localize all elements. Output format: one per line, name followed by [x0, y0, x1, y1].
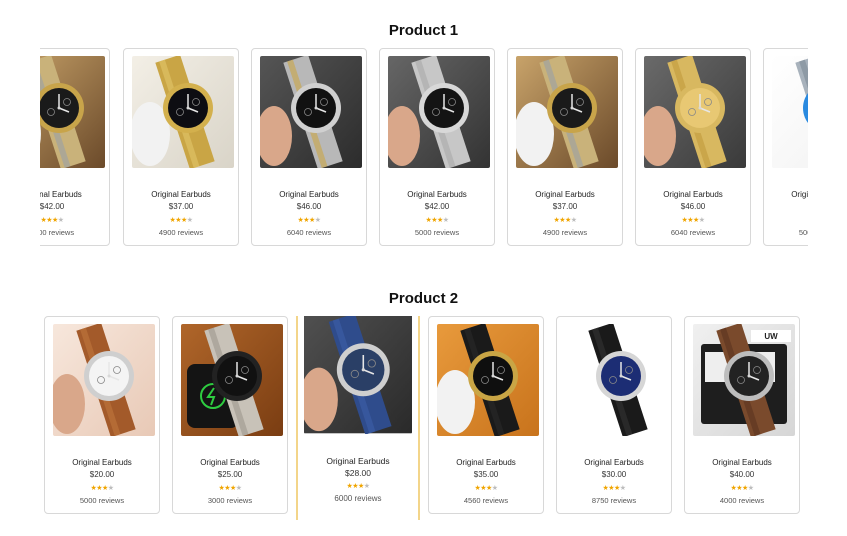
- rating-stars: ★★★★: [173, 484, 287, 492]
- product-card[interactable]: Original Earbuds $28.00 ★★★★ 6000 review…: [296, 316, 420, 520]
- rating-stars: ★★★★: [40, 216, 109, 224]
- product-name[interactable]: Original Earbuds: [173, 458, 287, 467]
- rating-stars: ★★★★: [252, 216, 366, 224]
- product-image[interactable]: [565, 324, 667, 436]
- rating-stars: ★★★★: [45, 484, 159, 492]
- product-card[interactable]: Original Earbuds $50.00 ★★★★ 5000 review…: [763, 48, 808, 246]
- product-price: $37.00: [168, 202, 194, 211]
- review-count: 4560 reviews: [463, 496, 509, 505]
- product-carousel-1[interactable]: Original Earbuds $42.00 ★★★★ 5000 review…: [40, 48, 808, 250]
- product-name[interactable]: Original Earbuds: [429, 458, 543, 467]
- product-price: $42.00: [40, 202, 65, 211]
- product-price: $30.00: [601, 470, 627, 479]
- product-name[interactable]: Original Earbuds: [252, 190, 366, 199]
- product-price: $46.00: [680, 202, 706, 211]
- review-count: 6000 reviews: [334, 494, 382, 503]
- product-card[interactable]: Original Earbuds $37.00 ★★★★ 4900 review…: [123, 48, 239, 246]
- product-name[interactable]: Original Earbuds: [685, 458, 799, 467]
- star-icon: ★: [314, 217, 321, 224]
- review-count: 4900 reviews: [542, 228, 588, 237]
- product-image[interactable]: [516, 56, 618, 168]
- star-icon: ★: [570, 217, 577, 224]
- product-price: $40.00: [729, 470, 755, 479]
- product-name[interactable]: Original Earbuds: [45, 458, 159, 467]
- product-card[interactable]: Original Earbuds $25.00 ★★★★ 3000 review…: [172, 316, 288, 514]
- product-name[interactable]: Original Earbuds: [40, 190, 109, 199]
- star-icon: ★: [186, 217, 193, 224]
- section-title-product-1: Product 1: [388, 22, 459, 39]
- rating-stars: ★★★★: [508, 216, 622, 224]
- product-price: $42.00: [424, 202, 450, 211]
- product-image[interactable]: [40, 56, 105, 168]
- product-price: $50.00: [764, 202, 808, 211]
- product-carousel-2[interactable]: Original Earbuds $20.00 ★★★★ 5000 review…: [44, 316, 806, 528]
- star-icon: ★: [107, 485, 114, 492]
- review-count: 6040 reviews: [670, 228, 716, 237]
- product-price: $35.00: [473, 470, 499, 479]
- star-icon: ★: [57, 217, 64, 224]
- review-count: 3000 reviews: [207, 496, 253, 505]
- product-card[interactable]: Original Earbuds $42.00 ★★★★ 5000 review…: [379, 48, 495, 246]
- product-image[interactable]: [132, 56, 234, 168]
- rating-stars: ★★★★: [429, 484, 543, 492]
- product-name[interactable]: Original Earbuds: [636, 190, 750, 199]
- rating-stars: ★★★★: [124, 216, 238, 224]
- star-icon: ★: [698, 217, 705, 224]
- product-price: $28.00: [345, 468, 371, 478]
- star-icon: ★: [491, 485, 498, 492]
- product-card[interactable]: UW Original Earbuds $40.00 ★★★★ 4000 rev…: [684, 316, 800, 514]
- review-count: 6040 reviews: [286, 228, 332, 237]
- product-name[interactable]: Original Earbuds: [557, 458, 671, 467]
- product-name[interactable]: Original Earbuds: [298, 456, 418, 466]
- product-name[interactable]: Original Earbuds: [124, 190, 238, 199]
- product-name[interactable]: Original Earbuds: [380, 190, 494, 199]
- star-icon: ★: [235, 485, 242, 492]
- star-icon: ★: [747, 485, 754, 492]
- product-name[interactable]: Original Earbuds: [508, 190, 622, 199]
- product-image[interactable]: [437, 324, 539, 436]
- star-icon: ★: [442, 217, 449, 224]
- rating-stars: ★★★★: [557, 484, 671, 492]
- product-card[interactable]: Original Earbuds $46.00 ★★★★ 6040 review…: [251, 48, 367, 246]
- product-price: $25.00: [217, 470, 243, 479]
- product-image[interactable]: [181, 324, 283, 436]
- review-count: 5000 reviews: [79, 496, 125, 505]
- product-image[interactable]: [644, 56, 746, 168]
- review-count: 5000 reviews: [414, 228, 460, 237]
- star-icon: ★: [619, 485, 626, 492]
- product-card[interactable]: Original Earbuds $37.00 ★★★★ 4900 review…: [507, 48, 623, 246]
- star-icon: ★: [363, 483, 370, 490]
- review-count: 4000 reviews: [719, 496, 765, 505]
- product-image[interactable]: [260, 56, 362, 168]
- rating-stars: ★★★★: [636, 216, 750, 224]
- product-image[interactable]: UW: [693, 324, 795, 436]
- product-card[interactable]: Original Earbuds $46.00 ★★★★ 6040 review…: [635, 48, 751, 246]
- rating-stars: ★★★★: [298, 482, 418, 490]
- product-price: $37.00: [552, 202, 578, 211]
- review-count: 5000 reviews: [798, 228, 808, 237]
- product-image[interactable]: [388, 56, 490, 168]
- product-name[interactable]: Original Earbuds: [764, 190, 808, 199]
- review-count: 4900 reviews: [158, 228, 204, 237]
- rating-stars: ★★★★: [764, 216, 808, 224]
- rating-stars: ★★★★: [380, 216, 494, 224]
- product-card[interactable]: Original Earbuds $20.00 ★★★★ 5000 review…: [44, 316, 160, 514]
- review-count: 8750 reviews: [591, 496, 637, 505]
- review-count: 5000 reviews: [40, 228, 75, 237]
- product-image[interactable]: [304, 316, 412, 434]
- product-image[interactable]: [53, 324, 155, 436]
- product-price: $20.00: [89, 470, 115, 479]
- product-image[interactable]: [772, 56, 808, 168]
- section-title-product-2: Product 2: [388, 290, 459, 307]
- rating-stars: ★★★★: [685, 484, 799, 492]
- product-card[interactable]: Original Earbuds $35.00 ★★★★ 4560 review…: [428, 316, 544, 514]
- svg-text:UW: UW: [764, 332, 778, 341]
- product-card[interactable]: Original Earbuds $42.00 ★★★★ 5000 review…: [40, 48, 110, 246]
- product-price: $46.00: [296, 202, 322, 211]
- product-card[interactable]: Original Earbuds $30.00 ★★★★ 8750 review…: [556, 316, 672, 514]
